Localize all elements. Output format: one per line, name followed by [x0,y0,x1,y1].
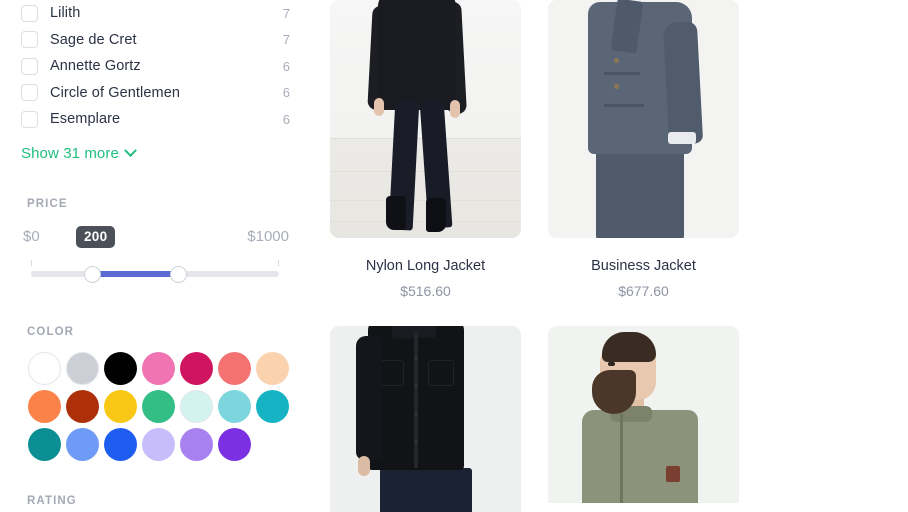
brand-label: Circle of Gentlemen [50,84,181,101]
color-swatch-cornflower[interactable] [66,427,99,461]
product-photo-olive-bomber [548,326,739,503]
product-image[interactable] [330,0,521,238]
product-card[interactable] [548,326,739,512]
brand-filter-item[interactable]: Sage de Cret 7 [0,27,310,54]
product-card[interactable]: Nylon Long Jacket $516.60 [330,0,521,299]
color-swatch-salmon[interactable] [218,351,251,385]
color-swatch-golden-yellow[interactable] [104,389,137,423]
product-listing-page: Lilith 7 Sage de Cret 7 Annette Gortz 6 … [0,0,908,512]
brand-filter-item[interactable]: Annette Gortz 6 [0,53,310,80]
color-swatch-light-turquoise[interactable] [218,389,251,423]
brand-label: Lilith [50,5,81,22]
brand-label: Sage de Cret [50,31,137,48]
product-price: $516.60 [400,283,451,299]
rating-section-title: RATING [27,494,77,507]
product-title: Nylon Long Jacket [365,258,486,274]
product-photo-nylon-long-jacket [330,0,521,238]
product-photo-business-jacket [548,0,739,238]
product-price: $677.60 [618,283,669,299]
slider-tick-min [31,259,32,266]
product-image[interactable] [548,0,739,238]
slider-handle-max[interactable] [170,265,187,283]
brand-count: 7 [282,5,290,21]
color-swatch-emerald[interactable] [142,389,175,423]
filters-sidebar: Lilith 7 Sage de Cret 7 Annette Gortz 6 … [0,0,310,512]
color-swatch-crimson[interactable] [180,351,213,385]
color-swatch-peach[interactable] [256,351,289,385]
brand-checkbox[interactable] [21,84,38,102]
color-swatch-medium-purple[interactable] [180,427,213,461]
slider-active-range [92,270,178,277]
brand-count: 6 [282,111,290,127]
color-swatch-vivid-blue[interactable] [104,427,137,461]
brand-checkbox[interactable] [21,110,38,128]
color-swatch-orange[interactable] [28,389,61,423]
price-value-tooltip: 200 [76,225,116,248]
product-grid: Nylon Long Jacket $516.60 Business Jacke… [310,0,908,512]
color-swatch-black[interactable] [104,351,137,385]
color-swatch-pink[interactable] [142,351,175,385]
color-filter-section: COLOR [0,326,310,461]
color-swatch-teal-cyan[interactable] [256,389,289,423]
brand-filter-item[interactable]: Esemplare 6 [0,106,310,133]
chevron-down-icon [124,143,137,157]
color-swatch-lavender[interactable] [142,427,175,461]
color-swatch-pale-mint[interactable] [180,389,213,423]
rating-filter-section: RATING ★ ★ ★ ★ ★ ★ 211 [0,495,310,512]
product-card[interactable]: Workers Shirt Jacket $238.00 [330,326,521,512]
price-min-label: $0 [23,227,40,245]
product-image[interactable] [330,326,521,512]
brand-filter-item[interactable]: Lilith 7 [0,0,310,27]
color-swatch-rust[interactable] [66,389,99,423]
color-swatch-grid [0,351,310,461]
product-photo-workers-shirt-jacket [330,326,521,512]
color-swatch-light-gray[interactable] [66,351,99,385]
brand-count: 6 [282,85,290,101]
price-range-slider[interactable] [23,259,287,286]
brand-filter-item[interactable]: Circle of Gentlemen 6 [0,80,310,107]
color-swatch-white[interactable] [28,351,61,385]
brand-count: 6 [282,58,290,74]
brand-label: Annette Gortz [50,58,141,75]
color-swatch-dark-teal[interactable] [28,427,61,461]
product-title: Business Jacket [591,258,696,274]
brand-count: 7 [282,32,290,48]
color-swatch-violet[interactable] [218,427,251,461]
product-card[interactable]: Business Jacket $677.60 [548,0,739,299]
show-more-brands-link[interactable]: Show 31 more [0,133,310,162]
price-bounds: $0 200 $1000 [23,225,289,250]
brand-filter-list: Lilith 7 Sage de Cret 7 Annette Gortz 6 … [0,0,310,133]
brand-checkbox[interactable] [21,57,38,75]
price-section-title: PRICE [27,197,68,210]
brand-checkbox[interactable] [21,31,38,49]
price-filter-section: PRICE $0 200 $1000 [0,198,310,286]
price-max-label: $1000 [247,227,289,245]
brand-label: Esemplare [50,111,121,128]
slider-handle-min[interactable] [84,265,101,283]
product-image[interactable] [548,326,739,503]
show-more-label: Show 31 more [21,144,119,162]
slider-tick-max [278,259,279,266]
color-section-title: COLOR [27,325,75,338]
brand-checkbox[interactable] [21,4,38,22]
